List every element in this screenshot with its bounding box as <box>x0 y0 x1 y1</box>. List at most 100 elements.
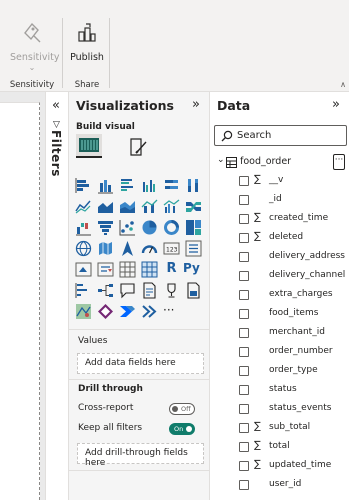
more-visuals-icon[interactable] <box>141 303 158 320</box>
field-row[interactable]: delivery_address <box>210 248 349 267</box>
field-checkbox[interactable] <box>239 195 249 205</box>
publish-button[interactable]: Publish <box>68 22 106 63</box>
stacked-area-chart-icon[interactable] <box>119 198 136 215</box>
ribbon-chart-icon[interactable] <box>185 198 202 215</box>
field-row[interactable]: ∑ __v <box>210 172 349 191</box>
drill-through-drop-zone[interactable]: Add drill-through fields here <box>77 443 204 468</box>
values-drop-zone[interactable]: Add data fields here <box>77 353 204 374</box>
decomposition-tree-icon[interactable] <box>97 282 114 299</box>
build-visual-tab[interactable] <box>76 134 102 158</box>
r-script-visual-icon[interactable]: R <box>163 261 180 278</box>
clustered-column-chart-icon[interactable] <box>141 177 158 194</box>
toggle-state: On <box>174 425 184 433</box>
field-checkbox[interactable] <box>239 385 249 395</box>
area-chart-icon[interactable] <box>97 198 114 215</box>
qa-visual-icon[interactable] <box>119 282 136 299</box>
field-row[interactable]: ∑ created_time <box>210 210 349 229</box>
share-group: Publish Share <box>63 0 109 92</box>
clustered-bar-chart-icon[interactable] <box>119 177 136 194</box>
expand-icon[interactable]: » <box>332 98 340 111</box>
python-visual-icon[interactable]: Py <box>183 261 205 278</box>
card-icon[interactable]: 123 <box>163 240 180 257</box>
field-checkbox[interactable] <box>239 442 249 452</box>
field-row[interactable]: status <box>210 381 349 400</box>
funnel-chart-icon[interactable] <box>97 219 114 236</box>
field-row[interactable]: ∑ sub_total <box>210 419 349 438</box>
ribbon-collapse-icon[interactable]: ∧ <box>340 80 346 89</box>
line-and-stacked-column-chart-icon[interactable] <box>141 198 158 215</box>
field-checkbox[interactable] <box>239 214 249 224</box>
sensitivity-button[interactable]: Sensitivity ⌄ <box>10 22 60 72</box>
table-name: food_order <box>240 156 292 167</box>
field-row[interactable]: extra_charges <box>210 286 349 305</box>
field-checkbox[interactable] <box>239 233 249 243</box>
field-checkbox[interactable] <box>239 176 249 186</box>
field-row[interactable]: user_id <box>210 476 349 495</box>
field-checkbox[interactable] <box>239 328 249 338</box>
sigma-icon: ∑ <box>254 440 261 451</box>
waterfall-chart-icon[interactable] <box>75 219 92 236</box>
stacked-column-chart-icon[interactable] <box>97 177 114 194</box>
multi-row-card-icon[interactable] <box>185 240 202 257</box>
line-chart-icon[interactable] <box>75 198 92 215</box>
field-row[interactable]: ∑ deleted <box>210 229 349 248</box>
filters-pane[interactable]: « ▽ Filters <box>45 92 68 500</box>
pie-chart-icon[interactable] <box>141 219 158 236</box>
field-checkbox[interactable] <box>239 480 249 490</box>
filled-map-icon[interactable] <box>97 240 114 257</box>
stacked-bar-chart-icon[interactable] <box>75 177 92 194</box>
field-checkbox[interactable] <box>239 423 249 433</box>
field-row[interactable]: order_number <box>210 343 349 362</box>
field-row[interactable]: food_items <box>210 305 349 324</box>
azure-map-icon[interactable] <box>119 240 136 257</box>
collapse-filters-icon[interactable]: « <box>52 98 60 113</box>
field-checkbox[interactable] <box>239 252 249 262</box>
field-checkbox[interactable] <box>239 366 249 376</box>
scatter-chart-icon[interactable] <box>119 219 136 236</box>
field-checkbox[interactable] <box>239 347 249 357</box>
field-row[interactable]: status_events <box>210 400 349 419</box>
search-input[interactable]: Search <box>214 125 347 146</box>
chevron-down-icon[interactable]: ⌄ <box>217 155 225 165</box>
field-checkbox[interactable] <box>239 461 249 471</box>
arcgis-map-icon[interactable] <box>75 303 92 320</box>
field-row[interactable]: delivery_channel <box>210 267 349 286</box>
expand-icon[interactable]: » <box>192 98 200 111</box>
matrix-icon[interactable] <box>141 261 158 278</box>
100-stacked-bar-chart-icon[interactable] <box>163 177 180 194</box>
field-checkbox[interactable] <box>239 404 249 414</box>
key-influencers-icon[interactable] <box>75 282 92 299</box>
more-options-icon[interactable]: ··· <box>163 303 183 317</box>
field-checkbox[interactable] <box>239 271 249 281</box>
field-row[interactable]: ∑ total <box>210 438 349 457</box>
donut-chart-icon[interactable] <box>163 219 180 236</box>
gauge-icon[interactable] <box>141 240 158 257</box>
sensitivity-label: Sensitivity <box>10 52 60 63</box>
power-apps-icon[interactable] <box>97 303 114 320</box>
build-visual-icon <box>79 138 99 152</box>
table-node-food-order[interactable]: ⌄ food_order ··· <box>215 154 347 170</box>
field-row[interactable]: merchant_id <box>210 324 349 343</box>
field-name: deleted <box>269 232 304 242</box>
more-options-button[interactable]: ··· <box>333 154 345 170</box>
field-row[interactable]: _id <box>210 191 349 210</box>
line-and-clustered-column-chart-icon[interactable] <box>163 198 180 215</box>
field-row[interactable]: order_type <box>210 362 349 381</box>
paginated-report-icon[interactable] <box>185 282 202 299</box>
power-automate-icon[interactable] <box>119 303 136 320</box>
field-row[interactable]: ∑ updated_time <box>210 457 349 476</box>
100-stacked-column-chart-icon[interactable] <box>185 177 202 194</box>
format-visual-tab[interactable] <box>127 136 149 158</box>
keep-all-filters-toggle[interactable]: On <box>169 423 195 435</box>
report-page[interactable] <box>0 102 40 500</box>
table-icon[interactable] <box>119 261 136 278</box>
metrics-trophy-icon[interactable] <box>163 282 180 299</box>
field-checkbox[interactable] <box>239 309 249 319</box>
map-icon[interactable] <box>75 240 92 257</box>
smart-narrative-icon[interactable] <box>141 282 158 299</box>
kpi-icon[interactable] <box>75 261 92 278</box>
field-checkbox[interactable] <box>239 290 249 300</box>
treemap-icon[interactable] <box>185 219 202 236</box>
slicer-icon[interactable] <box>97 261 114 278</box>
cross-report-toggle[interactable]: Off <box>169 403 195 415</box>
